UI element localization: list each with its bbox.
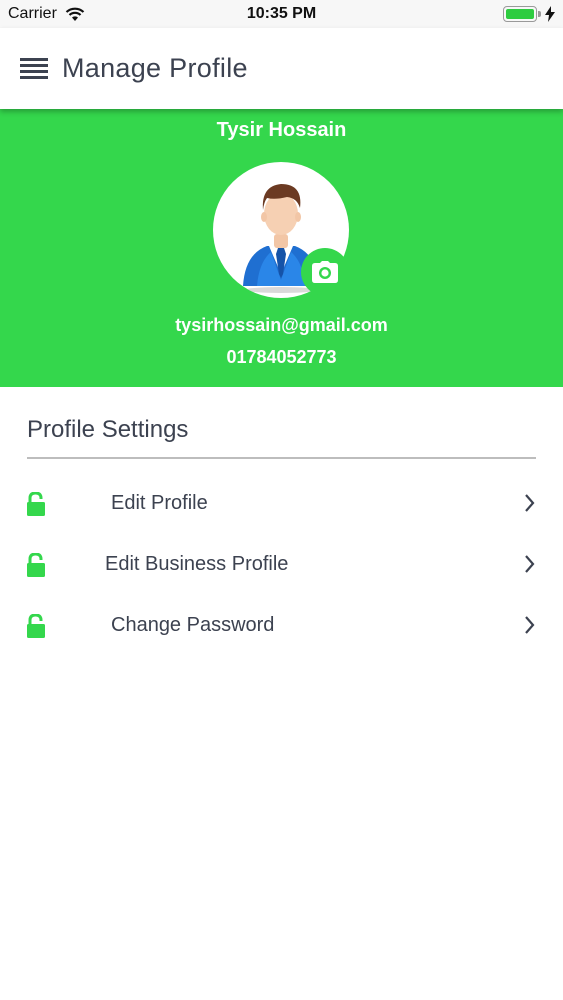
unlock-icon xyxy=(27,492,45,516)
chevron-right-icon xyxy=(525,494,535,512)
profile-phone: 01784052773 xyxy=(226,347,337,367)
settings-item-change-password[interactable]: Change Password xyxy=(0,606,563,662)
unlock-icon xyxy=(27,553,45,577)
hamburger-menu-icon[interactable] xyxy=(20,58,48,80)
settings-item-label: Edit Business Profile xyxy=(105,553,289,575)
chevron-right-icon xyxy=(525,616,535,634)
status-right xyxy=(503,6,555,22)
page-title: Manage Profile xyxy=(62,53,248,83)
unlock-icon xyxy=(27,614,45,638)
battery-icon xyxy=(503,6,541,22)
status-bar: Carrier 10:35 PM xyxy=(0,0,563,28)
settings-item-edit-profile[interactable]: Edit Profile xyxy=(0,484,563,540)
profile-name: Tysir Hossain xyxy=(216,119,347,141)
charging-bolt-icon xyxy=(545,6,555,22)
change-photo-button[interactable] xyxy=(301,248,349,296)
camera-icon xyxy=(312,261,338,283)
settings-heading: Profile Settings xyxy=(27,416,189,443)
chevron-right-icon xyxy=(525,555,535,573)
profile-email: tysirhossain@gmail.com xyxy=(175,315,388,335)
app-header: Manage Profile xyxy=(0,28,563,109)
battery-level xyxy=(506,9,534,19)
settings-divider xyxy=(27,457,536,459)
status-time: 10:35 PM xyxy=(246,5,317,22)
settings-item-edit-business-profile[interactable]: Edit Business Profile xyxy=(0,545,563,601)
settings-item-label: Change Password xyxy=(111,614,275,636)
settings-item-label: Edit Profile xyxy=(111,492,208,514)
profile-banner: Tysir Hossain tysirhossain@gmail.com 017… xyxy=(0,109,563,387)
